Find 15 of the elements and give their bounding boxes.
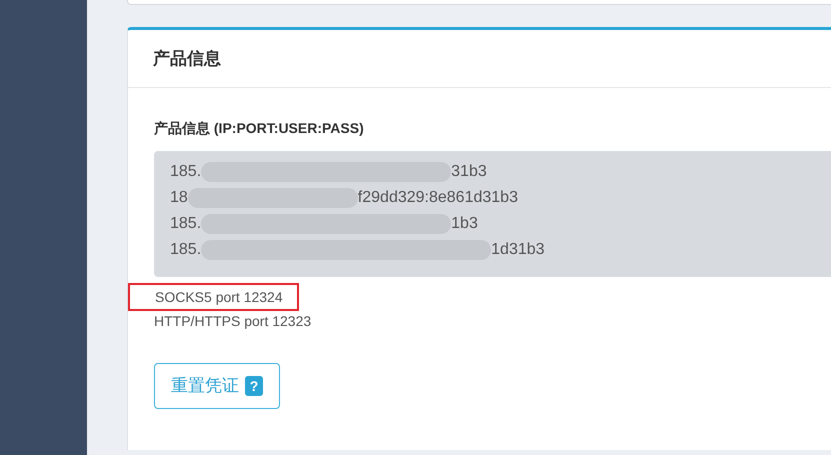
credential-end: 1b3 [451, 214, 478, 234]
credential-start: 185. [170, 214, 202, 234]
field-label: 产品信息 (IP:PORT:USER:PASS) [154, 119, 364, 138]
credential-end: f29dd329:8e861d31b3 [358, 188, 518, 208]
port-text: HTTP/HTTPS port 12323 [154, 312, 312, 331]
credential-start: 185. [170, 162, 202, 182]
reset-credentials-button[interactable]: 重置凭证 ? [154, 363, 280, 409]
port-text: SOCKS5 port 12324 [155, 288, 283, 307]
credential-start: 18 [170, 188, 188, 208]
card-title: 产品信息 [128, 30, 831, 88]
help-icon: ? [245, 376, 263, 396]
credential-end: 1d31b3 [491, 240, 545, 260]
credential-end: 31b3 [451, 162, 487, 182]
credentials-textarea[interactable]: 185. 31b3 18 f29dd329:8e861d31b3 185. 1b3 185. 1d31b3 [154, 151, 831, 277]
credential-start: 185. [170, 240, 202, 260]
